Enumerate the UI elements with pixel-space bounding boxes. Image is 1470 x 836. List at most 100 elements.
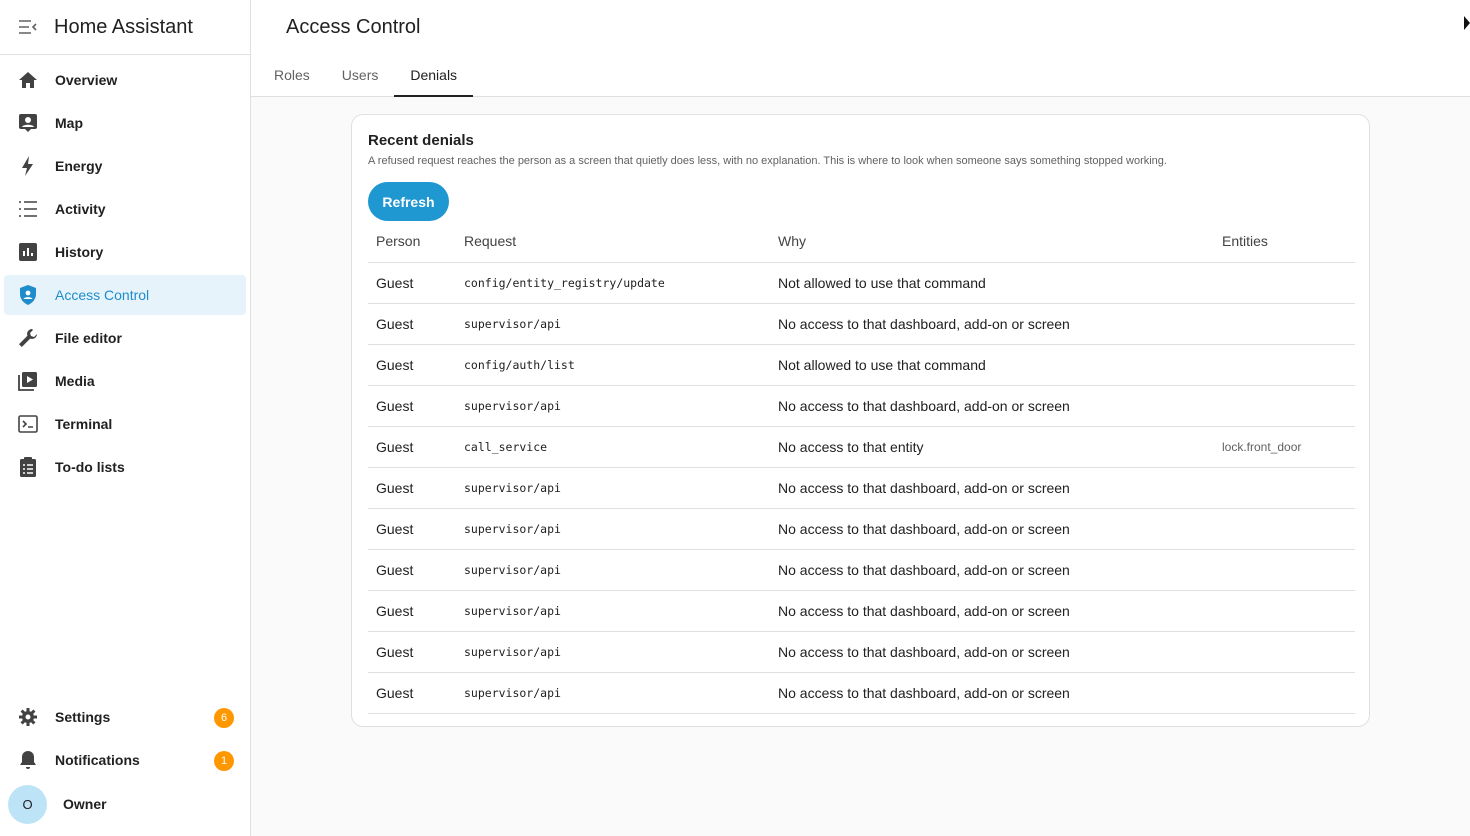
- sidebar-item-label: Terminal: [55, 416, 113, 432]
- sidebar-item-label: Overview: [55, 72, 118, 88]
- table-row: Guest call_service No access to that entit…: [368, 426, 1355, 468]
- recent-denials-card: Recent denials A refused request reaches…: [351, 114, 1370, 727]
- menu-collapse-icon[interactable]: [17, 16, 39, 38]
- cell-why: No access to that dashboard, add-on or s…: [770, 508, 1214, 550]
- sidebar-item-energy[interactable]: Energy: [4, 146, 246, 186]
- cell-entities: [1214, 303, 1355, 345]
- tab-denials[interactable]: Denials: [394, 55, 473, 97]
- cell-person: Guest: [368, 631, 456, 673]
- table-row: Guest supervisor/api No access to that das…: [368, 303, 1355, 345]
- cell-entities: [1214, 508, 1355, 550]
- cell-request: supervisor/api: [456, 672, 770, 714]
- denials-table: Person Request Why Entities Guest config/…: [368, 221, 1355, 714]
- cell-person: Guest: [368, 467, 456, 509]
- cell-request: supervisor/api: [456, 631, 770, 673]
- shield-icon: [17, 284, 39, 306]
- cell-why: Not allowed to use that command: [770, 344, 1214, 386]
- cell-why: No access to that entity: [770, 426, 1214, 468]
- cell-person: Guest: [368, 508, 456, 550]
- sidebar-item-label: Activity: [55, 201, 106, 217]
- sidebar-item-label: History: [55, 244, 104, 260]
- cell-request: config/auth/list: [456, 344, 770, 386]
- tab-roles[interactable]: Roles: [258, 55, 326, 95]
- cell-entities: [1214, 385, 1355, 427]
- cell-request: config/entity_registry/update: [456, 262, 770, 304]
- sidebar-item-terminal[interactable]: Terminal: [4, 404, 246, 444]
- sidebar-item-activity[interactable]: Activity: [4, 189, 246, 229]
- sidebar-item-file-editor[interactable]: File editor: [4, 318, 246, 358]
- cell-entities: [1214, 467, 1355, 509]
- sidebar-item-label: Media: [55, 373, 95, 389]
- sidebar-bottom: Settings 6 Notifications 1: [0, 697, 250, 783]
- terminal-icon: [17, 413, 39, 435]
- cell-request: supervisor/api: [456, 590, 770, 632]
- expand-arrow-icon[interactable]: [1464, 16, 1470, 30]
- column-header-why: Why: [770, 221, 1214, 263]
- sidebar-item-overview[interactable]: Overview: [4, 60, 246, 100]
- cell-request: supervisor/api: [456, 385, 770, 427]
- cell-request: supervisor/api: [456, 549, 770, 591]
- sidebar-item-label: Map: [55, 115, 83, 131]
- table-row: Guest config/auth/list Not allowed to use …: [368, 344, 1355, 386]
- tab-bar: Roles Users Denials: [258, 55, 473, 97]
- cell-why: No access to that dashboard, add-on or s…: [770, 385, 1214, 427]
- table-row: Guest supervisor/api No access to that das…: [368, 549, 1355, 591]
- page-header: Access Control Roles Users Denials: [251, 0, 1470, 97]
- cell-person: Guest: [368, 672, 456, 714]
- page-title: Access Control: [286, 16, 421, 38]
- table-row: Guest supervisor/api No access to that das…: [368, 508, 1355, 550]
- app-title: Home Assistant: [54, 15, 193, 38]
- column-header-person: Person: [368, 221, 456, 263]
- cell-entities: [1214, 344, 1355, 386]
- cell-person: Guest: [368, 262, 456, 304]
- sidebar-item-label: Notifications: [55, 752, 140, 768]
- wrench-icon: [17, 327, 39, 349]
- table-row: Guest supervisor/api No access to that das…: [368, 672, 1355, 714]
- history-icon: [17, 241, 39, 263]
- sidebar-item-notifications[interactable]: Notifications 1: [4, 740, 246, 780]
- cell-entities: [1214, 262, 1355, 304]
- sidebar-header: Home Assistant: [0, 0, 250, 55]
- cell-request: call_service: [456, 426, 770, 468]
- cell-person: Guest: [368, 344, 456, 386]
- sidebar-item-access-control[interactable]: Access Control: [4, 275, 246, 315]
- sidebar-item-media[interactable]: Media: [4, 361, 246, 401]
- cell-person: Guest: [368, 549, 456, 591]
- cell-entities: [1214, 549, 1355, 591]
- table-row: Guest config/entity_registry/update Not al…: [368, 262, 1355, 304]
- sidebar-item-label: Settings: [55, 709, 111, 725]
- table-row: Guest supervisor/api No access to that das…: [368, 590, 1355, 632]
- sidebar-item-history[interactable]: History: [4, 232, 246, 272]
- cell-request: supervisor/api: [456, 303, 770, 345]
- media-icon: [17, 370, 39, 392]
- table-row: Guest supervisor/api No access to that das…: [368, 385, 1355, 427]
- activity-icon: [17, 198, 39, 220]
- avatar: O: [8, 784, 47, 824]
- cell-why: Not allowed to use that command: [770, 262, 1214, 304]
- cell-request: supervisor/api: [456, 508, 770, 550]
- sidebar-item-map[interactable]: Map: [4, 103, 246, 143]
- settings-badge: 6: [214, 708, 234, 728]
- clipboard-icon: [17, 456, 39, 478]
- cell-entities: [1214, 590, 1355, 632]
- sidebar-user[interactable]: O Owner: [0, 784, 250, 824]
- refresh-button[interactable]: Refresh: [368, 182, 449, 221]
- cell-person: Guest: [368, 426, 456, 468]
- cell-entities: [1214, 672, 1355, 714]
- home-icon: [17, 69, 39, 91]
- cell-person: Guest: [368, 385, 456, 427]
- column-header-entities: Entities: [1214, 221, 1355, 263]
- sidebar-item-settings[interactable]: Settings 6: [4, 697, 246, 737]
- cell-why: No access to that dashboard, add-on or s…: [770, 549, 1214, 591]
- cell-why: No access to that dashboard, add-on or s…: [770, 672, 1214, 714]
- bell-icon: [17, 749, 39, 771]
- notifications-badge: 1: [214, 751, 234, 771]
- table-header-row: Person Request Why Entities: [368, 221, 1355, 263]
- tab-users[interactable]: Users: [326, 55, 395, 95]
- energy-icon: [17, 155, 39, 177]
- cell-entities: [1214, 631, 1355, 673]
- cell-why: No access to that dashboard, add-on or s…: [770, 590, 1214, 632]
- cell-why: No access to that dashboard, add-on or s…: [770, 467, 1214, 509]
- card-description: A refused request reaches the person as …: [368, 155, 1167, 167]
- sidebar-item-todo-lists[interactable]: To-do lists: [4, 447, 246, 487]
